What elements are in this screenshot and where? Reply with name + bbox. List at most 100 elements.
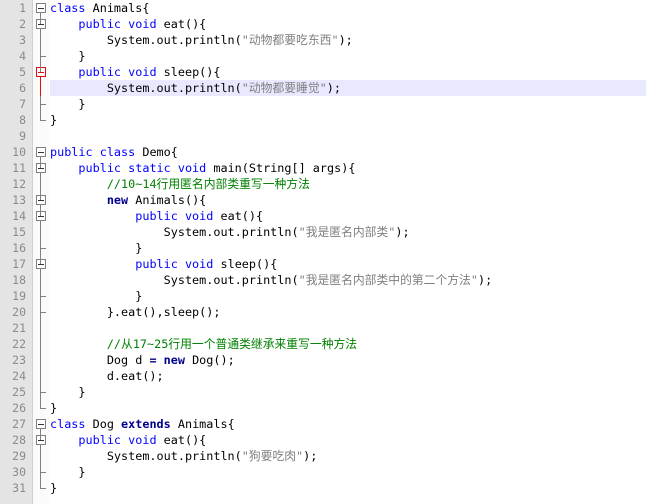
string-token: "我是匿名内部类中的第二个方法" bbox=[298, 273, 478, 287]
string-token: "动物都要睡觉" bbox=[241, 81, 327, 95]
code-editor[interactable]: 1 class Animals{2 public void eat(){3 Sys… bbox=[0, 0, 646, 504]
fold-guide bbox=[33, 176, 49, 192]
fold-toggle-icon[interactable] bbox=[33, 160, 49, 176]
line-number: 26 bbox=[12, 401, 26, 415]
code-line[interactable]: 10 public class Demo{ bbox=[0, 144, 646, 160]
code-line[interactable]: 5 public void sleep(){ bbox=[0, 64, 646, 80]
keyword-token: class bbox=[50, 417, 86, 431]
code-text: } bbox=[50, 400, 646, 416]
code-token: } bbox=[50, 385, 86, 399]
keyword-token: public void bbox=[78, 65, 157, 79]
code-line[interactable]: 16 } bbox=[0, 240, 646, 256]
code-line[interactable]: 6 System.out.println("动物都要睡觉"); bbox=[0, 80, 646, 96]
code-token: eat(){ bbox=[163, 433, 207, 447]
code-text: } bbox=[50, 48, 646, 64]
code-token: sleep(){ bbox=[163, 65, 221, 79]
code-line[interactable]: 7 } bbox=[0, 96, 646, 112]
fold-toggle-icon[interactable] bbox=[33, 64, 49, 80]
code-line[interactable]: 23 Dog d = new Dog(); bbox=[0, 352, 646, 368]
keyword-token: public class bbox=[50, 145, 136, 159]
code-token: System.out.println( bbox=[50, 81, 242, 95]
line-number: 19 bbox=[12, 289, 26, 303]
code-line[interactable]: 15 System.out.println("我是匿名内部类"); bbox=[0, 224, 646, 240]
code-line[interactable]: 27 class Dog extends Animals{ bbox=[0, 416, 646, 432]
code-line[interactable]: 25 } bbox=[0, 384, 646, 400]
code-token: ); bbox=[395, 225, 410, 239]
code-line[interactable]: 12 //10~14行用匿名内部类重写一种方法 bbox=[0, 176, 646, 192]
line-number: 16 bbox=[12, 241, 26, 255]
code-token: } bbox=[50, 97, 86, 111]
code-text: } bbox=[50, 464, 646, 480]
string-token: "狗要吃肉" bbox=[241, 449, 304, 463]
code-line[interactable]: 22 //从17~25行用一个普通类继承来重写一种方法 bbox=[0, 336, 646, 352]
code-token: Dog bbox=[92, 417, 122, 431]
code-token: } bbox=[50, 49, 86, 63]
line-number: 27 bbox=[12, 417, 26, 431]
code-line[interactable]: 31} bbox=[0, 480, 646, 496]
code-text: class Animals{ bbox=[50, 0, 646, 16]
code-token: System.out.println( bbox=[50, 33, 242, 47]
fold-toggle-icon[interactable] bbox=[33, 208, 49, 224]
code-line[interactable]: 3 System.out.println("动物都要吃东西"); bbox=[0, 32, 646, 48]
code-line[interactable]: 28 public void eat(){ bbox=[0, 432, 646, 448]
fold-toggle-icon[interactable] bbox=[33, 256, 49, 272]
keyword-token: public void bbox=[78, 433, 157, 447]
code-line[interactable]: 18 System.out.println("我是匿名内部类中的第二个方法"); bbox=[0, 272, 646, 288]
code-line[interactable]: 26} bbox=[0, 400, 646, 416]
code-line[interactable]: 30 } bbox=[0, 464, 646, 480]
code-text: public void sleep(){ bbox=[50, 256, 646, 272]
code-line[interactable]: 2 public void eat(){ bbox=[0, 16, 646, 32]
keyword-token: new bbox=[106, 193, 129, 207]
fold-end-marker bbox=[33, 96, 49, 112]
fold-toggle-icon[interactable] bbox=[33, 416, 49, 432]
fold-toggle-icon[interactable] bbox=[33, 192, 49, 208]
line-number: 7 bbox=[19, 97, 26, 111]
code-line[interactable]: 17 public void sleep(){ bbox=[0, 256, 646, 272]
code-text: public class Demo{ bbox=[50, 144, 646, 160]
code-token: ); bbox=[303, 449, 318, 463]
line-number: 13 bbox=[12, 193, 26, 207]
code-line[interactable]: 13 new Animals(){ bbox=[0, 192, 646, 208]
line-number: 23 bbox=[12, 353, 26, 367]
fold-toggle-icon[interactable] bbox=[33, 144, 49, 160]
code-token: d.eat(); bbox=[50, 369, 164, 383]
line-number: 25 bbox=[12, 385, 26, 399]
code-text: public void eat(){ bbox=[50, 16, 646, 32]
code-line[interactable]: 21 bbox=[0, 320, 646, 336]
code-line[interactable]: 20 }.eat(),sleep(); bbox=[0, 304, 646, 320]
code-line[interactable]: 11 public static void main(String[] args… bbox=[0, 160, 646, 176]
code-token: } bbox=[50, 401, 58, 415]
keyword-token: public void bbox=[78, 17, 157, 31]
code-line[interactable]: 9 bbox=[0, 128, 646, 144]
fold-toggle-icon[interactable] bbox=[33, 16, 49, 32]
fold-toggle-icon[interactable] bbox=[33, 0, 49, 16]
code-text: } bbox=[50, 240, 646, 256]
line-number: 2 bbox=[19, 17, 26, 31]
comment-token: //从17~25行用一个普通类继承来重写一种方法 bbox=[106, 337, 358, 351]
code-token: Demo{ bbox=[142, 145, 178, 159]
code-line[interactable]: 4 } bbox=[0, 48, 646, 64]
code-line[interactable]: 19 } bbox=[0, 288, 646, 304]
code-text: System.out.println("动物都要睡觉"); bbox=[50, 80, 646, 96]
code-line[interactable]: 1 class Animals{ bbox=[0, 0, 646, 16]
code-lines: 1 class Animals{2 public void eat(){3 Sys… bbox=[0, 0, 646, 496]
code-line[interactable]: 8} bbox=[0, 112, 646, 128]
fold-guide bbox=[33, 32, 49, 48]
code-text: new Animals(){ bbox=[50, 192, 646, 208]
fold-toggle-icon[interactable] bbox=[33, 432, 49, 448]
code-line[interactable]: 24 d.eat(); bbox=[0, 368, 646, 384]
fold-end-marker bbox=[33, 400, 49, 416]
code-token: System.out.println( bbox=[50, 225, 299, 239]
line-number: 18 bbox=[12, 273, 26, 287]
line-number: 22 bbox=[12, 337, 26, 351]
fold-guide bbox=[33, 320, 49, 336]
fold-guide bbox=[33, 448, 49, 464]
line-number: 14 bbox=[12, 209, 26, 223]
code-line[interactable]: 29 System.out.println("狗要吃肉"); bbox=[0, 448, 646, 464]
code-token: sleep(){ bbox=[220, 257, 278, 271]
code-text: System.out.println("狗要吃肉"); bbox=[50, 448, 646, 464]
code-line[interactable]: 14 public void eat(){ bbox=[0, 208, 646, 224]
